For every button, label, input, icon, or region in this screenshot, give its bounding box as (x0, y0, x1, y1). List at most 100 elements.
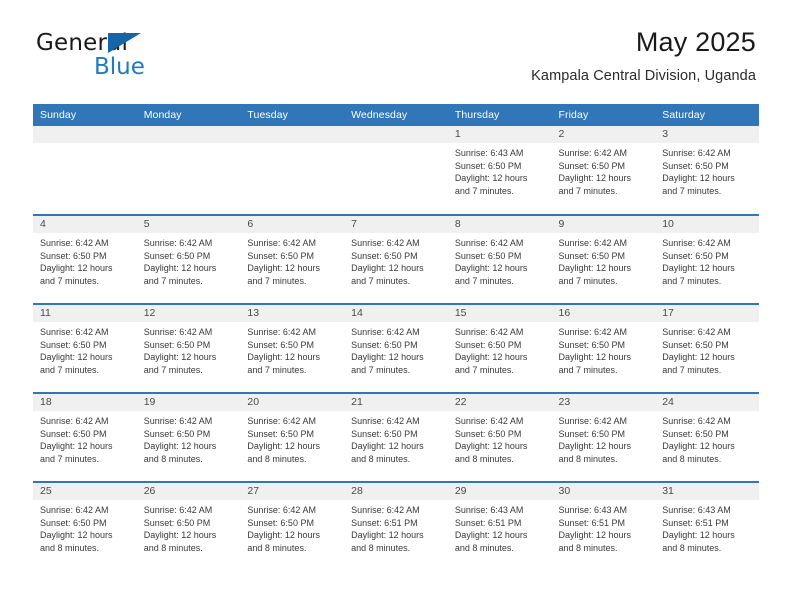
sunrise-text: Sunrise: 6:42 AM (662, 148, 731, 158)
weekday-header-wednesday: Wednesday (344, 104, 448, 126)
calendar-day-cell[interactable]: 19 Sunrise: 6:42 AM Sunset: 6:50 PM Dayligh… (136, 392, 241, 482)
daylight-text-line2: and 7 minutes. (40, 364, 100, 375)
daylight-text-line2: and 7 minutes. (454, 185, 514, 196)
sunrise-text: Sunrise: 6:42 AM (247, 327, 316, 337)
calendar-day-cell[interactable]: 14 Sunrise: 6:42 AM Sunset: 6:50 PM Dayligh… (344, 303, 448, 393)
daylight-text-line1: Daylight: 12 hours (247, 441, 320, 452)
calendar-day-cell[interactable]: 29 Sunrise: 6:43 AM Sunset: 6:51 PM Dayligh… (447, 481, 552, 571)
calendar-day-cell[interactable]: 9 Sunrise: 6:42 AM Sunset: 6:50 PM Daylight… (551, 214, 656, 304)
day-details: Sunrise: 6:42 AM Sunset: 6:50 PM Daylight:… (448, 322, 552, 376)
calendar-day-cell[interactable]: 31 Sunrise: 6:43 AM Sunset: 6:51 PM Dayligh… (655, 481, 759, 571)
sunset-text: Sunset: 6:50 PM (247, 517, 314, 528)
calendar-day-cell[interactable]: 20 Sunrise: 6:42 AM Sunset: 6:50 PM Dayligh… (240, 392, 345, 482)
calendar-day-cell[interactable]: 28 Sunrise: 6:42 AM Sunset: 6:51 PM Dayligh… (344, 481, 448, 571)
sunrise-text: Sunrise: 6:42 AM (351, 238, 420, 248)
daylight-text-line1: Daylight: 12 hours (40, 263, 113, 274)
day-number: 11 (33, 305, 137, 322)
day-details: Sunrise: 6:42 AM Sunset: 6:50 PM Daylight:… (448, 411, 552, 465)
sunrise-text: Sunrise: 6:43 AM (454, 148, 524, 158)
sunrise-text: Sunrise: 6:42 AM (40, 505, 109, 515)
sunrise-text: Sunrise: 6:42 AM (662, 416, 731, 426)
daylight-text-line1: Daylight: 12 hours (351, 441, 424, 452)
daylight-text-line2: and 7 minutes. (40, 275, 100, 286)
calendar-day-cell[interactable]: 3 Sunrise: 6:42 AM Sunset: 6:50 PM Daylight… (655, 126, 759, 215)
calendar-day-cell[interactable]: 16 Sunrise: 6:42 AM Sunset: 6:50 PM Dayligh… (551, 303, 656, 393)
day-details: Sunrise: 6:42 AM Sunset: 6:50 PM Daylight:… (240, 500, 344, 554)
calendar-day-cell[interactable]: 4 Sunrise: 6:42 AM Sunset: 6:50 PM Daylight… (33, 214, 137, 304)
calendar-day-cell[interactable]: 10 Sunrise: 6:42 AM Sunset: 6:50 PM Dayligh… (655, 214, 759, 304)
day-details: Sunrise: 6:42 AM Sunset: 6:50 PM Daylight:… (33, 411, 137, 465)
day-details: Sunrise: 6:42 AM Sunset: 6:51 PM Daylight:… (344, 500, 448, 554)
calendar-day-cell[interactable]: 23 Sunrise: 6:42 AM Sunset: 6:50 PM Dayligh… (551, 392, 656, 482)
daylight-text-line2: and 7 minutes. (558, 275, 618, 286)
sunrise-text: Sunrise: 6:42 AM (454, 327, 524, 337)
day-number (136, 126, 241, 143)
sunrise-text: Sunrise: 6:42 AM (40, 327, 109, 337)
day-details: Sunrise: 6:42 AM Sunset: 6:50 PM Daylight:… (137, 233, 241, 287)
daylight-text-line2: and 7 minutes. (143, 364, 203, 375)
sunset-text: Sunset: 6:51 PM (662, 517, 729, 528)
calendar-day-cell[interactable]: 22 Sunrise: 6:42 AM Sunset: 6:50 PM Dayligh… (447, 392, 552, 482)
sunrise-text: Sunrise: 6:42 AM (247, 416, 316, 426)
calendar-week-row: 18 Sunrise: 6:42 AM Sunset: 6:50 PM Dayligh… (33, 392, 759, 482)
day-details: Sunrise: 6:42 AM Sunset: 6:50 PM Daylight:… (137, 322, 241, 376)
calendar-day-cell[interactable]: 8 Sunrise: 6:42 AM Sunset: 6:50 PM Daylight… (447, 214, 552, 304)
sunrise-text: Sunrise: 6:42 AM (558, 148, 628, 158)
day-number: 16 (551, 305, 656, 322)
daylight-text-line1: Daylight: 12 hours (143, 352, 217, 363)
calendar-day-cell[interactable]: 11 Sunrise: 6:42 AM Sunset: 6:50 PM Dayligh… (33, 303, 137, 393)
weekday-header-thursday: Thursday (447, 104, 552, 126)
daylight-text-line1: Daylight: 12 hours (454, 441, 528, 452)
day-details: Sunrise: 6:42 AM Sunset: 6:50 PM Daylight:… (655, 233, 759, 287)
day-number: 14 (344, 305, 448, 322)
general-blue-logo[interactable]: General Blue (36, 32, 186, 80)
day-details: Sunrise: 6:42 AM Sunset: 6:50 PM Daylight:… (137, 411, 241, 465)
calendar-day-cell[interactable]: 24 Sunrise: 6:42 AM Sunset: 6:50 PM Dayligh… (655, 392, 759, 482)
day-details: Sunrise: 6:42 AM Sunset: 6:50 PM Daylight:… (655, 411, 759, 465)
calendar-day-cell[interactable]: 17 Sunrise: 6:42 AM Sunset: 6:50 PM Dayligh… (655, 303, 759, 393)
daylight-text-line2: and 8 minutes. (351, 542, 411, 553)
calendar-day-cell[interactable]: 21 Sunrise: 6:42 AM Sunset: 6:50 PM Dayligh… (344, 392, 448, 482)
calendar-day-cell[interactable]: 5 Sunrise: 6:42 AM Sunset: 6:50 PM Daylight… (136, 214, 241, 304)
calendar-day-cell[interactable]: 2 Sunrise: 6:42 AM Sunset: 6:50 PM Daylight… (551, 126, 656, 215)
daylight-text-line1: Daylight: 12 hours (247, 530, 320, 541)
daylight-text-line2: and 8 minutes. (40, 542, 100, 553)
calendar-day-cell[interactable]: 13 Sunrise: 6:42 AM Sunset: 6:50 PM Dayligh… (240, 303, 345, 393)
sunset-text: Sunset: 6:50 PM (40, 428, 107, 439)
calendar-header-row: Sunday Monday Tuesday Wednesday Thursday… (33, 104, 759, 126)
calendar-day-cell[interactable]: 7 Sunrise: 6:42 AM Sunset: 6:50 PM Daylight… (344, 214, 448, 304)
sunrise-text: Sunrise: 6:42 AM (351, 416, 420, 426)
daylight-text-line1: Daylight: 12 hours (558, 263, 632, 274)
calendar-week-row: 4 Sunrise: 6:42 AM Sunset: 6:50 PM Daylight… (33, 214, 759, 304)
day-details: Sunrise: 6:42 AM Sunset: 6:50 PM Daylight:… (552, 411, 656, 465)
day-number: 27 (240, 483, 345, 500)
day-number: 12 (136, 305, 241, 322)
calendar-day-cell[interactable]: 27 Sunrise: 6:42 AM Sunset: 6:50 PM Dayligh… (240, 481, 345, 571)
sunset-text: Sunset: 6:50 PM (143, 250, 211, 261)
calendar-day-cell[interactable]: 6 Sunrise: 6:42 AM Sunset: 6:50 PM Daylight… (240, 214, 345, 304)
sunrise-text: Sunrise: 6:43 AM (662, 505, 731, 515)
calendar-week-row: 1 Sunrise: 6:43 AM Sunset: 6:50 PM Daylight… (33, 126, 759, 215)
daylight-text-line2: and 8 minutes. (247, 453, 307, 464)
sunrise-text: Sunrise: 6:42 AM (247, 505, 316, 515)
daylight-text-line2: and 7 minutes. (558, 185, 618, 196)
day-details: Sunrise: 6:42 AM Sunset: 6:50 PM Daylight:… (137, 500, 241, 554)
day-details: Sunrise: 6:42 AM Sunset: 6:50 PM Daylight:… (344, 411, 448, 465)
sunset-text: Sunset: 6:50 PM (351, 428, 418, 439)
daylight-text-line1: Daylight: 12 hours (247, 263, 320, 274)
calendar-week-row: 25 Sunrise: 6:42 AM Sunset: 6:50 PM Dayligh… (33, 481, 759, 571)
sunset-text: Sunset: 6:50 PM (143, 339, 211, 350)
day-number: 30 (551, 483, 656, 500)
calendar-day-cell[interactable]: 12 Sunrise: 6:42 AM Sunset: 6:50 PM Dayligh… (136, 303, 241, 393)
daylight-text-line2: and 8 minutes. (351, 453, 411, 464)
daylight-text-line2: and 7 minutes. (351, 364, 411, 375)
calendar-day-cell[interactable]: 18 Sunrise: 6:42 AM Sunset: 6:50 PM Dayligh… (33, 392, 137, 482)
daylight-text-line2: and 8 minutes. (247, 542, 307, 553)
day-details: Sunrise: 6:42 AM Sunset: 6:50 PM Daylight:… (33, 322, 137, 376)
calendar-day-cell[interactable]: 25 Sunrise: 6:42 AM Sunset: 6:50 PM Dayligh… (33, 481, 137, 571)
calendar-day-cell[interactable]: 30 Sunrise: 6:43 AM Sunset: 6:51 PM Dayligh… (551, 481, 656, 571)
daylight-text-line1: Daylight: 12 hours (143, 263, 217, 274)
calendar-day-cell[interactable]: 1 Sunrise: 6:43 AM Sunset: 6:50 PM Daylight… (447, 126, 552, 215)
calendar-day-cell[interactable]: 26 Sunrise: 6:42 AM Sunset: 6:50 PM Dayligh… (136, 481, 241, 571)
calendar-day-cell[interactable]: 15 Sunrise: 6:42 AM Sunset: 6:50 PM Dayligh… (447, 303, 552, 393)
